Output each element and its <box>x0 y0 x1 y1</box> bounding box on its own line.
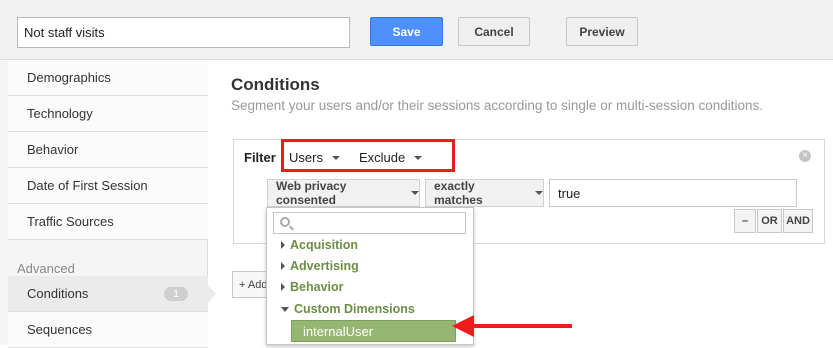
category-acquisition[interactable]: Acquisition <box>281 238 358 252</box>
chevron-right-icon <box>281 283 285 291</box>
filter-label: Filter <box>244 150 276 165</box>
remove-condition-button[interactable]: – <box>734 209 756 233</box>
category-label: Custom Dimensions <box>294 302 415 316</box>
chevron-down-icon <box>414 155 423 160</box>
active-pointer-icon <box>207 284 216 304</box>
preview-button[interactable]: Preview <box>566 17 638 46</box>
category-label: Advertising <box>290 259 359 273</box>
sidebar-item-conditions[interactable]: Conditions 1 <box>8 276 208 312</box>
sidebar-item-traffic-sources[interactable]: Traffic Sources <box>8 204 208 240</box>
sidebar-item-demographics[interactable]: Demographics <box>8 60 208 96</box>
sidebar-item-sequences[interactable]: Sequences <box>8 312 208 348</box>
scope-value: Users <box>289 150 323 165</box>
category-label: Behavior <box>290 280 344 294</box>
dimension-dropdown-panel: Acquisition Advertising Behavior Custom … <box>266 207 474 345</box>
filter-value-input[interactable]: true <box>549 179 797 207</box>
top-toolbar: Save Cancel Preview <box>0 0 833 60</box>
dimension-value: Web privacy consented <box>276 179 347 207</box>
sidebar-item-label: Date of First Session <box>27 178 148 193</box>
sidebar-item-label: Technology <box>27 106 93 121</box>
dropdown-item-label: internalUser <box>303 323 374 339</box>
annotation-arrow-line <box>470 324 572 328</box>
cancel-button[interactable]: Cancel <box>458 17 530 46</box>
save-button[interactable]: Save <box>370 17 443 46</box>
segment-name-input[interactable] <box>17 17 350 48</box>
category-label: Acquisition <box>290 238 359 252</box>
or-button[interactable]: OR <box>757 209 782 233</box>
sidebar-item-label: Conditions <box>27 286 89 301</box>
operator-value: exactly matches <box>434 179 483 207</box>
and-button[interactable]: AND <box>783 209 813 233</box>
category-custom-dimensions[interactable]: Custom Dimensions <box>281 302 415 316</box>
category-behavior[interactable]: Behavior <box>281 280 344 294</box>
sidebar-item-label: Traffic Sources <box>27 214 114 229</box>
mode-dropdown[interactable]: Exclude <box>359 150 423 165</box>
category-advertising[interactable]: Advertising <box>281 259 359 273</box>
dropdown-search-input[interactable] <box>273 212 466 234</box>
add-filter-button[interactable]: + Add Filter <box>232 271 270 298</box>
operator-select[interactable]: exactly matches <box>425 179 544 207</box>
sidebar-item-date-of-first-session[interactable]: Date of First Session <box>8 168 208 204</box>
condition-count-badge: 1 <box>164 287 188 301</box>
mode-value: Exclude <box>359 150 406 165</box>
advanced-heading: Advanced <box>17 261 75 276</box>
chevron-down-icon <box>281 306 289 312</box>
page-subtitle: Segment your users and/or their sessions… <box>231 98 764 113</box>
sidebar-item-technology[interactable]: Technology <box>8 96 208 132</box>
chevron-down-icon <box>411 191 419 195</box>
scope-dropdown[interactable]: Users <box>289 150 340 165</box>
page-title: Conditions <box>231 75 320 94</box>
dropdown-item-internaluser[interactable]: internalUser <box>291 320 456 342</box>
sidebar-item-label: Sequences <box>27 322 93 337</box>
dimension-select[interactable]: Web privacy consented <box>267 179 420 207</box>
close-icon[interactable]: × <box>799 150 811 162</box>
chevron-down-icon <box>331 155 340 160</box>
chevron-right-icon <box>281 241 285 249</box>
sidebar-item-label: Behavior <box>27 142 79 157</box>
chevron-down-icon <box>535 191 543 195</box>
search-icon <box>280 217 290 227</box>
sidebar-item-label: Demographics <box>27 70 111 85</box>
filter-value: true <box>558 185 581 201</box>
annotation-arrow-icon <box>452 315 474 337</box>
chevron-right-icon <box>281 262 285 270</box>
sidebar-item-behavior[interactable]: Behavior <box>8 132 208 168</box>
